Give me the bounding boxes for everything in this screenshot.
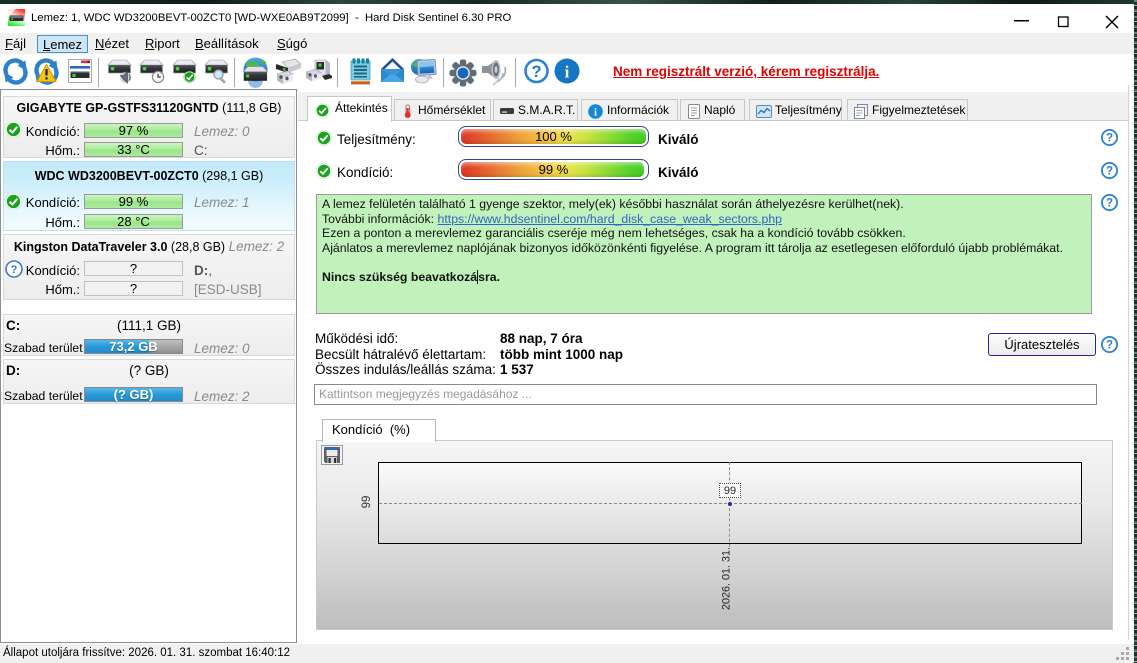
svg-text:i: i bbox=[594, 107, 597, 119]
svg-text:i: i bbox=[565, 63, 570, 82]
svg-text:?: ? bbox=[1106, 166, 1113, 178]
svg-text:?: ? bbox=[1106, 340, 1113, 352]
svg-text:?: ? bbox=[531, 63, 541, 81]
svg-text:?: ? bbox=[1106, 133, 1113, 145]
svg-text:?: ? bbox=[1106, 198, 1113, 210]
